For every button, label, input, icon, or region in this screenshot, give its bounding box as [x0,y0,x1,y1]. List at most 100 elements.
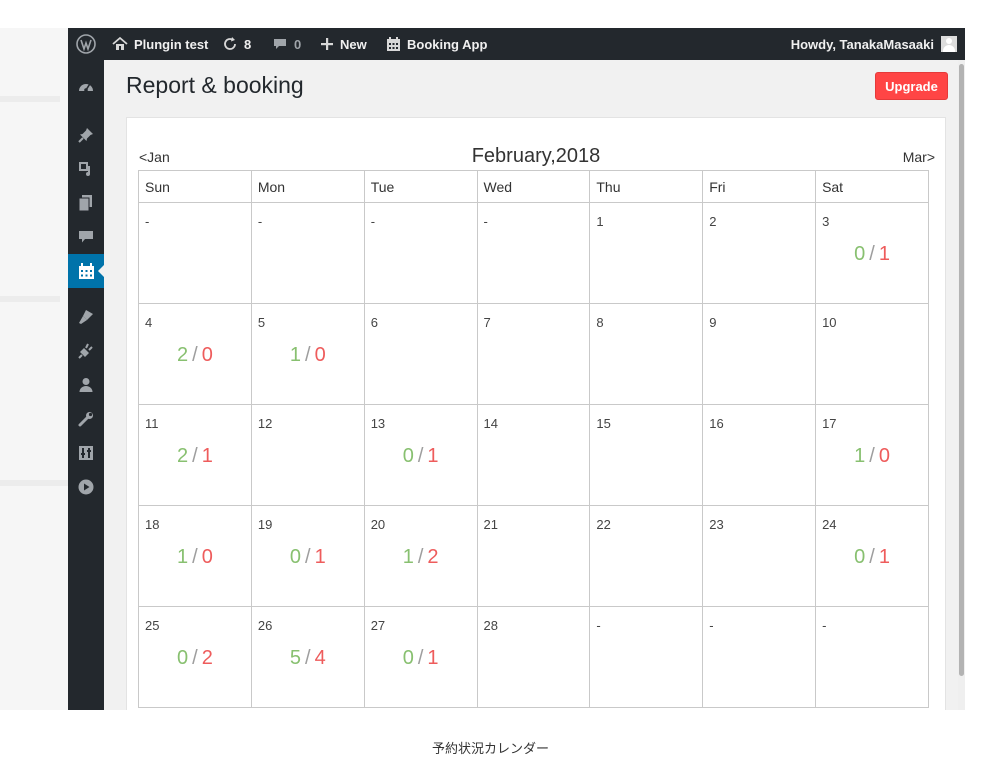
calendar-day-cell[interactable]: 10 [815,303,929,405]
calendar-day-cell[interactable]: 2 [702,202,817,304]
calendar-day-cell[interactable]: 7 [476,303,591,405]
calendar-day-cell[interactable]: 18 1 / 0 [138,505,252,607]
sidebar-item-pages[interactable] [68,186,104,220]
stat-separator: / [869,243,875,265]
comments-count: 0 [294,36,302,52]
stat-separator: / [192,445,198,467]
updates-link[interactable]: 8 [222,28,251,60]
calendar-day-cell[interactable]: 22 [589,505,704,607]
available-count: 2 [177,344,189,366]
calendar-day-cell[interactable]: - [250,202,365,304]
scrollbar-thumb[interactable] [959,64,964,676]
day-number: 11 [145,416,159,431]
calendar-icon [386,36,407,52]
calendar-day-cell[interactable]: 27 0 / 1 [363,606,478,708]
calendar-icon [78,262,95,280]
updates-icon [222,36,244,52]
comments-link[interactable]: 0 [272,28,301,60]
stat-separator: / [192,647,198,669]
calendar-day-cell[interactable]: - [702,606,817,708]
sidebar-item-posts[interactable] [68,118,104,152]
booked-count: 0 [314,344,326,366]
stat-separator: / [417,546,424,568]
calendar-day-cell[interactable]: - [138,202,252,304]
booking-calendar: Sun Mon Tue Wed Thu Fri Sat ----1230 / 1… [138,170,929,708]
sidebar-item-media-player[interactable] [68,470,104,504]
booked-count: 1 [878,243,890,265]
calendar-day-cell[interactable]: 25 0 / 2 [138,606,252,708]
day-number: 6 [370,315,378,330]
calendar-day-cell[interactable]: 21 [476,505,591,607]
sidebar-item-settings[interactable] [68,436,104,470]
calendar-day-cell[interactable]: 28 [476,606,591,708]
calendar-header: <Jan February,2018 Mar> [127,145,945,170]
calendar-day-cell[interactable]: 23 [702,505,817,607]
day-number: 9 [709,315,717,330]
calendar-day-cell[interactable]: - [589,606,704,708]
calendar-day-cell[interactable]: 17 1 / 0 [815,404,929,506]
day-number: - [257,214,263,229]
day-number: - [370,214,376,229]
calendar-day-cell[interactable]: - [363,202,478,304]
wp-logo-menu[interactable] [68,28,104,60]
booking-stat: 1 / 0 [816,445,928,468]
calendar-day-cell[interactable]: 9 [702,303,817,405]
pin-icon [77,126,95,144]
calendar-day-cell[interactable]: 6 [363,303,478,405]
sidebar-item-appearance[interactable] [68,300,104,334]
weekday-header: Wed [476,170,591,203]
calendar-day-cell[interactable]: - [815,606,929,708]
available-count: 0 [177,647,189,669]
stat-separator: / [869,546,875,568]
booking-stat: 0 / 1 [365,445,477,468]
booking-app-link[interactable]: Booking App [386,28,487,60]
day-number: 18 [145,517,160,532]
calendar-day-cell[interactable]: 5 1 / 0 [250,303,365,405]
calendar-day-cell[interactable]: 24 0 / 1 [815,505,929,607]
sidebar-item-plugins[interactable] [68,334,104,368]
calendar-day-cell[interactable]: 1 [589,202,704,304]
site-name-link[interactable]: Plungin test [112,28,208,60]
background-bar [0,96,60,102]
home-icon [112,36,134,52]
calendar-day-cell[interactable]: 15 [589,404,704,506]
available-count: 0 [854,243,866,265]
sidebar-item-booking[interactable] [68,254,104,288]
upgrade-button[interactable]: Upgrade [875,72,948,100]
month-title: February,2018 [471,145,601,167]
pages-icon [77,194,95,212]
day-number: 2 [709,214,717,229]
next-month-link[interactable]: Mar> [903,149,935,165]
stat-separator: / [417,445,424,467]
sidebar-item-tools[interactable] [68,402,104,436]
sidebar-item-users[interactable] [68,368,104,402]
sidebar-item-dashboard[interactable] [68,70,104,104]
account-menu[interactable]: Howdy, TanakaMasaaki [791,28,957,60]
calendar-day-cell[interactable]: 8 [589,303,704,405]
day-number: 27 [370,618,386,633]
page-title: Report & booking [126,72,304,98]
day-number: 8 [596,315,604,330]
booked-count: 4 [314,647,326,669]
tools-icon [77,410,95,428]
new-content-link[interactable]: New [320,28,367,60]
sidebar-item-comments[interactable] [68,220,104,254]
day-number: 12 [257,416,273,431]
calendar-day-cell[interactable]: 3 0 / 1 [815,202,929,304]
calendar-day-cell[interactable]: 4 2 / 0 [138,303,252,405]
available-count: 2 [177,445,189,467]
calendar-day-cell[interactable]: 14 [476,404,591,506]
calendar-day-cell[interactable]: 20 1 / 2 [363,505,478,607]
available-count: 1 [289,344,301,366]
sidebar-item-media[interactable] [68,152,104,186]
settings-icon [77,444,95,462]
available-count: 1 [177,546,189,568]
calendar-day-cell[interactable]: 13 0 / 1 [363,404,478,506]
calendar-day-cell[interactable]: 16 [702,404,817,506]
calendar-day-cell[interactable]: 12 [250,404,365,506]
calendar-day-cell[interactable]: 19 0 / 1 [250,505,365,607]
calendar-day-cell[interactable]: - [476,202,591,304]
booking-stat: 0 / 1 [365,647,477,670]
calendar-day-cell[interactable]: 26 5 / 4 [250,606,365,708]
calendar-day-cell[interactable]: 11 2 / 1 [138,404,252,506]
